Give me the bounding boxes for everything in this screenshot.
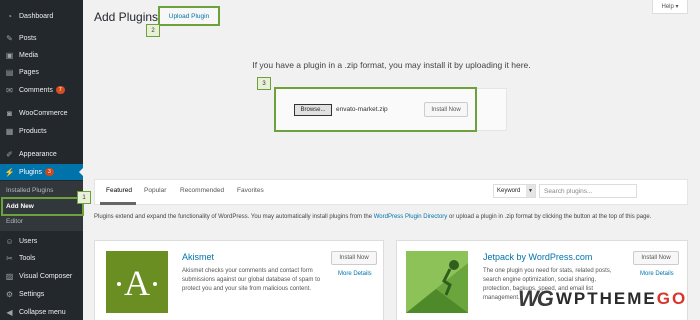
menu-label: Posts xyxy=(19,34,37,42)
users-icon: ☺ xyxy=(5,236,14,246)
menu-users[interactable]: ☺ Users xyxy=(0,233,83,249)
plugin-description: Akismet checks your comments and contact… xyxy=(182,268,321,292)
help-tab[interactable]: Help ▾ xyxy=(652,0,688,14)
step-3-tag: 3 xyxy=(257,77,271,90)
svg-text:A: A xyxy=(124,263,150,303)
plugin-name[interactable]: Akismet xyxy=(182,252,214,262)
menu-label: Tools xyxy=(19,254,36,262)
install-now-button[interactable]: Install Now xyxy=(633,251,679,265)
menu-appearance[interactable]: ✐ Appearance xyxy=(0,146,83,162)
active-menu-arrow xyxy=(79,168,83,176)
appearance-icon: ✐ xyxy=(6,149,13,159)
menu-label: Dashboard xyxy=(19,12,54,20)
plugin-name[interactable]: Jetpack by WordPress.com xyxy=(483,252,592,262)
jetpack-logo xyxy=(406,251,468,313)
visual-composer-icon: ▨ xyxy=(5,271,14,281)
menu-label: Visual Composer xyxy=(19,272,73,280)
submenu-editor[interactable]: Editor xyxy=(6,218,23,225)
comments-count-badge: 7 xyxy=(55,86,65,94)
step-2-tag: 2 xyxy=(146,24,160,37)
menu-woocommerce[interactable]: ◙ WooCommerce xyxy=(0,105,83,121)
watermark-text: WPTHEMEGO xyxy=(556,289,687,309)
tools-icon: ✂ xyxy=(6,253,13,263)
selected-filename: envato-market.zip xyxy=(336,106,388,113)
menu-label: Plugins xyxy=(19,168,42,176)
admin-sidebar: ◔ Dashboard ✎ Posts ▣ Media ▤ Pages ✉ Co… xyxy=(0,0,83,320)
menu-label: Users xyxy=(19,237,38,245)
plugins-update-badge: 3 xyxy=(44,168,54,176)
menu-visual-composer[interactable]: ▨ Visual Composer xyxy=(0,268,83,284)
chevron-down-icon: ▼ xyxy=(526,185,535,197)
menu-label: Collapse menu xyxy=(19,308,66,316)
plugins-icon: ⚡ xyxy=(4,167,15,177)
install-now-button[interactable]: Install Now xyxy=(424,102,468,117)
menu-dashboard[interactable]: ◔ Dashboard xyxy=(0,8,83,24)
plugin-directory-link[interactable]: WordPress Plugin Directory xyxy=(374,214,448,220)
tab-favorites[interactable]: Favorites xyxy=(237,187,264,194)
comment-icon: ✉ xyxy=(6,85,13,95)
menu-label: Comments xyxy=(19,86,53,94)
menu-label: WooCommerce xyxy=(19,109,68,117)
menu-plugins[interactable]: ⚡ Plugins 3 xyxy=(0,164,83,180)
menu-label: Appearance xyxy=(19,150,57,158)
step-1-tag: 1 xyxy=(77,191,91,204)
dashboard-icon: ◔ xyxy=(7,11,12,21)
menu-media[interactable]: ▣ Media xyxy=(0,47,83,63)
description-text: Plugins extend and expand the functional… xyxy=(94,214,374,220)
menu-posts[interactable]: ✎ Posts xyxy=(0,30,83,46)
media-icon: ▣ xyxy=(5,50,14,60)
page-title: Add Plugins xyxy=(94,10,159,24)
tab-recommended[interactable]: Recommended xyxy=(180,187,224,194)
menu-label: Media xyxy=(19,51,39,59)
more-details-link[interactable]: More Details xyxy=(338,271,372,277)
tab-featured[interactable]: Featured xyxy=(106,187,132,194)
watermark-logo: WG xyxy=(518,286,554,311)
submenu-installed-plugins[interactable]: Installed Plugins xyxy=(6,187,53,194)
upload-form-panel xyxy=(477,88,507,131)
search-plugins-input[interactable] xyxy=(539,184,637,198)
menu-comments[interactable]: ✉ Comments 7 xyxy=(0,82,83,98)
upload-instructions: If you have a plugin in a .zip format, y… xyxy=(252,60,531,70)
menu-label: Products xyxy=(19,127,47,135)
collapse-icon: ◀ xyxy=(6,307,13,317)
upload-plugin-button[interactable]: Upload Plugin xyxy=(158,6,220,26)
watermark: WG WPTHEMEGO xyxy=(518,286,687,312)
products-icon: ▦ xyxy=(5,126,14,136)
menu-collapse[interactable]: ◀ Collapse menu xyxy=(0,304,83,320)
menu-tools[interactable]: ✂ Tools xyxy=(0,250,83,266)
more-details-link[interactable]: More Details xyxy=(640,271,674,277)
menu-products[interactable]: ▦ Products xyxy=(0,123,83,139)
watermark-suffix: GO xyxy=(656,289,688,308)
plugins-description: Plugins extend and expand the functional… xyxy=(94,213,690,222)
active-tab-underline xyxy=(100,202,136,205)
description-text-end: or upload a plugin in .zip format by cli… xyxy=(447,214,652,220)
pages-icon: ▤ xyxy=(5,67,14,77)
menu-settings[interactable]: ⚙ Settings xyxy=(0,286,83,302)
add-new-highlight xyxy=(1,197,84,216)
settings-icon: ⚙ xyxy=(5,289,14,299)
akismet-logo: A xyxy=(106,251,168,313)
pin-icon: ✎ xyxy=(6,33,13,43)
watermark-name: WPTHEME xyxy=(555,289,657,308)
menu-label: Settings xyxy=(19,290,45,298)
woocommerce-icon: ◙ xyxy=(7,108,12,118)
menu-pages[interactable]: ▤ Pages xyxy=(0,64,83,80)
browse-button[interactable]: Browse... xyxy=(294,104,332,116)
search-type-value: Keyword xyxy=(497,188,521,194)
tab-popular[interactable]: Popular xyxy=(144,187,166,194)
menu-label: Pages xyxy=(19,68,39,76)
install-now-button[interactable]: Install Now xyxy=(331,251,377,265)
search-type-select[interactable]: Keyword ▼ xyxy=(493,184,536,198)
